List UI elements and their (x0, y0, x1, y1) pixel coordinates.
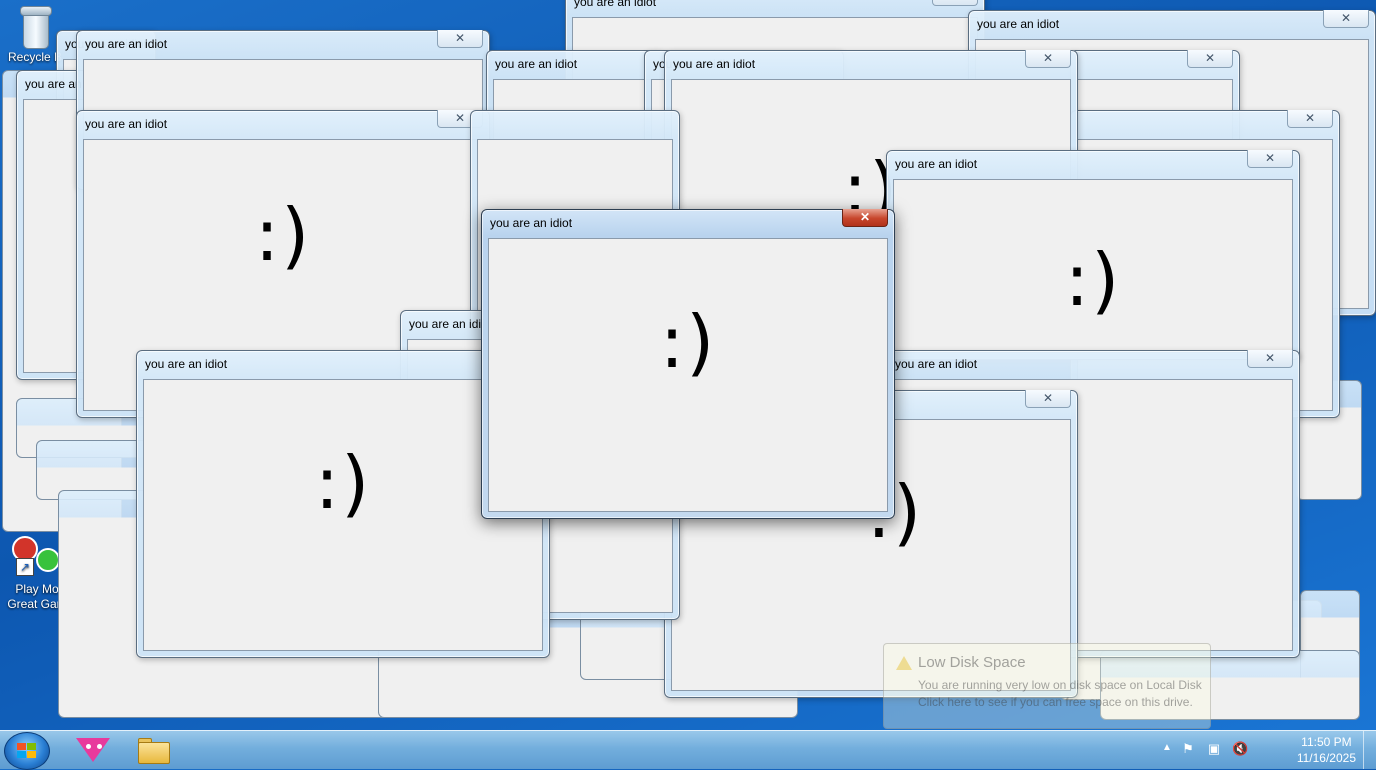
close-button[interactable]: ✕ (1287, 110, 1333, 128)
clock-time: 11:50 PM (1301, 735, 1352, 749)
smiley-face: :) (1064, 237, 1122, 322)
close-button[interactable]: ✕ (1247, 350, 1293, 368)
window-title: you are an idiot (409, 317, 492, 331)
file-explorer-icon (138, 742, 170, 764)
window-title: you are an idiot (977, 17, 1060, 31)
smiley-face: :) (314, 440, 372, 525)
start-button[interactable] (4, 732, 50, 770)
recycle-bin-icon (18, 6, 52, 49)
close-button[interactable]: ✕ (1025, 390, 1071, 408)
taskbar-explorer-button[interactable] (126, 734, 180, 766)
window-title: you are an idiot (673, 57, 756, 71)
network-icon[interactable]: ▣ (1206, 741, 1222, 757)
system-tray: ▲ ⚑ ▣ 🔇 11:50 PM 11/16/2025 (1156, 731, 1376, 769)
window-title: you are an idiot (85, 37, 168, 51)
window-title: you are an idiot (490, 216, 573, 230)
window-title: you are an idiot (495, 57, 578, 71)
notification-title: Low Disk Space (918, 654, 1026, 671)
action-center-flag-icon[interactable]: ⚑ (1180, 741, 1196, 757)
idiot-window[interactable]: you are an idiot ✕ :) (886, 150, 1300, 360)
window-title: you are an idiot (574, 0, 657, 9)
notification-line: Click here to see if you can free space … (918, 695, 1193, 709)
window-title: you are an idiot (85, 117, 168, 131)
smiley-face: :) (659, 300, 717, 385)
window-title: you are an idiot (895, 157, 978, 171)
close-button[interactable]: ✕ (1323, 10, 1369, 28)
window-title: you are an idiot (145, 357, 228, 371)
warning-icon (896, 656, 912, 670)
taskbar-browser-button[interactable] (66, 734, 120, 766)
close-button[interactable]: ✕ (437, 30, 483, 48)
volume-muted-icon[interactable]: 🔇 (1232, 741, 1248, 757)
close-button[interactable]: ✕ (842, 209, 888, 227)
notification-line: You are running very low on disk space o… (918, 678, 1202, 692)
windows-logo-icon (17, 743, 37, 759)
taskbar-clock[interactable]: 11:50 PM 11/16/2025 (1297, 734, 1356, 766)
smiley-face: :) (254, 192, 312, 277)
low-disk-space-notification[interactable]: Low Disk Space You are running very low … (883, 643, 1211, 729)
close-button[interactable]: ✕ (1187, 50, 1233, 68)
show-desktop-button[interactable] (1363, 731, 1376, 769)
window-title: you are an idiot (895, 357, 978, 371)
idiot-window-active[interactable]: you are an idiot ✕ :) (481, 209, 895, 519)
game-shortcut-icon: ↗ (8, 532, 60, 578)
window-client-area: :) (893, 179, 1293, 353)
show-hidden-icons-chevron[interactable]: ▲ (1162, 742, 1172, 753)
close-button[interactable]: ✕ (932, 0, 978, 6)
browser-app-icon (76, 738, 110, 762)
desktop: Recycle B ↗ Play Mo Great Gam you are an… (0, 0, 1376, 730)
close-button[interactable]: ✕ (1247, 150, 1293, 168)
window-client-area: :) (488, 238, 888, 512)
taskbar: ▲ ⚑ ▣ 🔇 11:50 PM 11/16/2025 (0, 730, 1376, 770)
clock-date: 11/16/2025 (1296, 751, 1356, 765)
close-button[interactable]: ✕ (1025, 50, 1071, 68)
